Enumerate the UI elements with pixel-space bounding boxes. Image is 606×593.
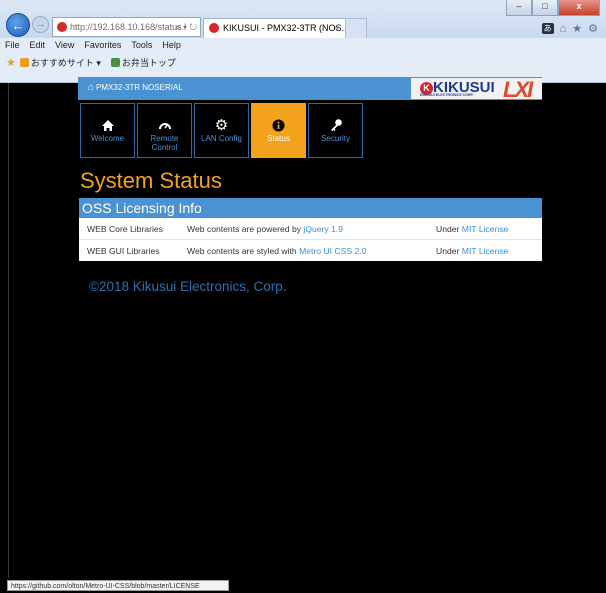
description-text: Web contents are styled with: [187, 245, 300, 256]
favorite-item-label: おすすめサイト ▾: [30, 57, 101, 68]
page-title: System Status: [80, 168, 222, 193]
description-text: Web contents are powered by: [187, 223, 304, 234]
license-cell: Under MIT License: [436, 224, 542, 234]
tab-title: KIKUSUI - PMX32-3TR (NOS...: [223, 23, 346, 33]
tab-close-icon[interactable]: ×: [334, 19, 339, 38]
site-favicon-icon: [57, 21, 67, 32]
menu-view[interactable]: View: [50, 38, 79, 54]
tile-label: Security: [321, 134, 350, 143]
back-button[interactable]: ←: [6, 13, 30, 37]
status-url: https://github.com/olton/Metro-UI-CSS/bl…: [7, 580, 229, 591]
browser-tab-active[interactable]: KIKUSUI - PMX32-3TR (NOS... ×: [203, 18, 346, 38]
tile-welcome[interactable]: Welcome: [80, 103, 135, 158]
toolbar-icons: あ ⌂ ★ ⚙: [541, 22, 598, 35]
license-table: WEB Core Libraries Web contents are powe…: [79, 218, 542, 261]
tile-security[interactable]: Security: [308, 103, 363, 158]
favorite-item-recommended[interactable]: おすすめサイト ▾: [19, 56, 101, 69]
menu-file[interactable]: File: [0, 38, 25, 54]
home-icon: ⌂: [88, 82, 95, 93]
favorites-star-icon[interactable]: ★: [6, 56, 16, 69]
close-window-button[interactable]: x: [558, 0, 600, 16]
browser-chrome: ← → http://192.168.10.168/status.l ⌕ ▾ ↻…: [0, 0, 606, 83]
favorite-item-label: お弁当トップ: [121, 57, 176, 68]
tile-label: Status: [267, 134, 290, 143]
copyright-footer: ©2018 Kikusui Electronics, Corp.: [89, 279, 287, 294]
table-row: WEB Core Libraries Web contents are powe…: [79, 218, 542, 240]
tile-label: LAN Config: [201, 134, 242, 143]
home-browser-icon[interactable]: ⌂: [560, 23, 567, 35]
library-name: WEB Core Libraries: [87, 223, 163, 234]
page-border: [8, 83, 9, 583]
home-icon: [101, 116, 115, 134]
lxi-logo: LXI: [503, 77, 533, 102]
library-name: WEB GUI Libraries: [87, 245, 160, 256]
favorite-item-icon: [110, 57, 120, 67]
info-icon: [272, 116, 285, 134]
tile-label: Welcome: [90, 134, 125, 143]
favorites-star-icon[interactable]: ★: [572, 22, 582, 35]
tile-lan-config[interactable]: ⚙ LAN Config: [194, 103, 249, 158]
kikusui-logo-subtitle: KIKUSUI ELECTRONICS CORP.: [420, 93, 474, 97]
forward-button[interactable]: →: [32, 16, 49, 33]
license-prefix: Under: [436, 223, 462, 234]
gauge-icon: [158, 116, 172, 134]
license-link[interactable]: MIT License: [462, 224, 509, 234]
brand-logos: K KIKUSUI KIKUSUI ELECTRONICS CORP. LXI: [411, 77, 542, 102]
device-title-text: PMX32-3TR NOSERIAL: [96, 83, 183, 92]
tab-favicon-icon: [209, 22, 219, 33]
menu-edit[interactable]: Edit: [25, 38, 51, 54]
favorites-bar: ★ おすすめサイト ▾ お弁当トップ: [0, 54, 606, 70]
title-bar: ← → http://192.168.10.168/status.l ⌕ ▾ ↻…: [0, 0, 606, 38]
tile-status[interactable]: Status: [251, 103, 306, 158]
menu-tools[interactable]: Tools: [126, 38, 157, 54]
maximize-button[interactable]: □: [532, 0, 558, 16]
address-text: http://192.168.10.168/status.l: [70, 22, 187, 32]
library-description: Web contents are powered by jQuery 1.9: [187, 224, 436, 234]
library-link[interactable]: jQuery 1.9: [303, 224, 343, 234]
library-link[interactable]: Metro UI CSS 2.0: [299, 246, 366, 256]
favorite-item-icon: [19, 57, 29, 67]
menu-favorites[interactable]: Favorites: [79, 38, 126, 54]
tile-remote-control[interactable]: Remote Control: [137, 103, 192, 158]
key-icon: [329, 116, 343, 134]
panel-title: OSS Licensing Info: [79, 198, 542, 218]
minimize-button[interactable]: –: [506, 0, 532, 16]
settings-gear-icon[interactable]: ⚙: [588, 22, 598, 35]
license-link[interactable]: MIT License: [462, 246, 509, 256]
window-controls: – □ x: [506, 0, 600, 16]
nav-tiles: Welcome Remote Control ⚙ LAN Config Stat…: [80, 103, 363, 158]
gear-icon: ⚙: [214, 117, 229, 134]
new-tab-button[interactable]: [345, 18, 367, 38]
library-description: Web contents are styled with Metro UI CS…: [187, 246, 436, 256]
search-refresh-icon[interactable]: ⌕ ▾ ↻: [176, 18, 197, 36]
address-bar[interactable]: http://192.168.10.168/status.l ⌕ ▾ ↻: [52, 17, 201, 37]
device-title[interactable]: ⌂ PMX32-3TR NOSERIAL: [88, 82, 183, 93]
menu-bar: File Edit View Favorites Tools Help: [0, 38, 606, 54]
status-bar: https://github.com/olton/Metro-UI-CSS/bl…: [0, 578, 606, 593]
tile-label: Remote Control: [150, 134, 179, 152]
license-cell: Under MIT License: [436, 246, 542, 256]
menu-help[interactable]: Help: [157, 38, 186, 54]
ime-icon[interactable]: あ: [541, 23, 554, 34]
license-prefix: Under: [436, 245, 462, 256]
favorite-item-bento[interactable]: お弁当トップ: [110, 56, 176, 69]
table-row: WEB GUI Libraries Web contents are style…: [79, 240, 542, 261]
